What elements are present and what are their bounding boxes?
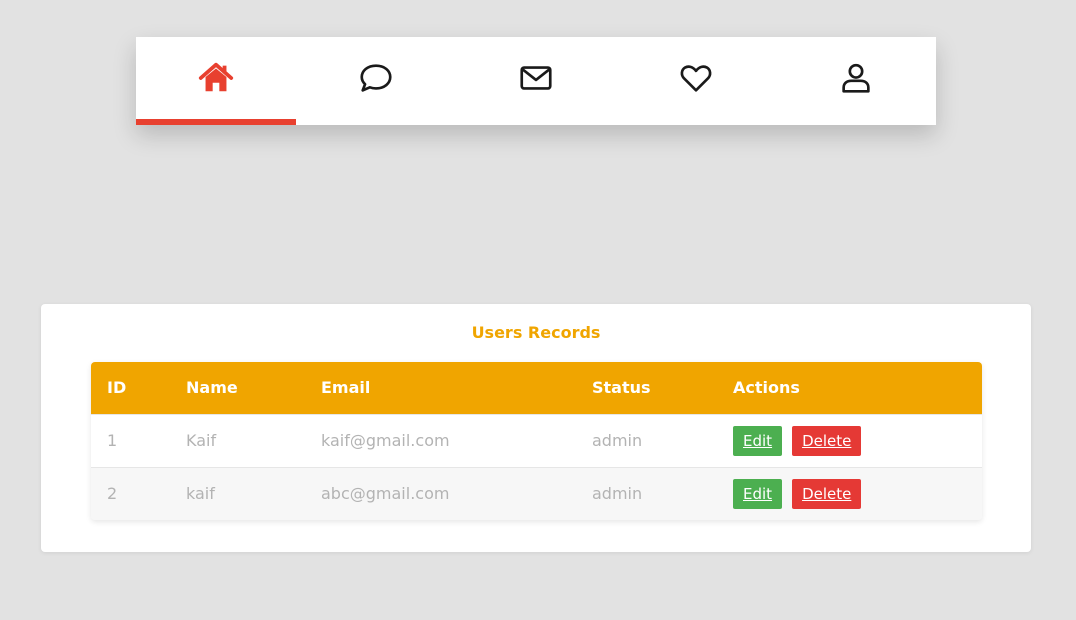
nav-item-chat[interactable] bbox=[296, 37, 456, 125]
edit-button[interactable]: Edit bbox=[733, 479, 783, 509]
tab-indicator bbox=[776, 119, 936, 125]
delete-button[interactable]: Delete bbox=[792, 426, 862, 456]
table-row: 2 kaif abc@gmail.com admin Edit Delete bbox=[91, 467, 982, 520]
nav-item-mail[interactable] bbox=[456, 37, 616, 125]
nav-item-favorites[interactable] bbox=[616, 37, 776, 125]
column-header-email: Email bbox=[321, 378, 371, 397]
column-header-actions: Actions bbox=[733, 378, 800, 397]
users-records-card: Users Records ID Name Email Status Actio… bbox=[41, 304, 1031, 552]
column-header-id: ID bbox=[107, 378, 127, 397]
table-header-row: ID Name Email Status Actions bbox=[91, 362, 982, 414]
cell-actions: Edit Delete bbox=[733, 468, 862, 520]
cell-id: 2 bbox=[107, 484, 118, 503]
table-row: 1 Kaif kaif@gmail.com admin Edit Delete bbox=[91, 414, 982, 467]
cell-actions: Edit Delete bbox=[733, 415, 862, 467]
nav-item-profile[interactable] bbox=[776, 37, 936, 125]
tab-indicator bbox=[296, 119, 456, 125]
edit-button[interactable]: Edit bbox=[733, 426, 783, 456]
card-title: Users Records bbox=[471, 323, 601, 342]
cell-name: kaif bbox=[186, 484, 215, 503]
cell-name: Kaif bbox=[186, 431, 217, 450]
cell-id: 1 bbox=[107, 431, 118, 450]
tab-indicator bbox=[456, 119, 616, 125]
cell-status: admin bbox=[592, 484, 643, 503]
users-table: ID Name Email Status Actions 1 Kaif kaif… bbox=[91, 362, 982, 520]
cell-email: abc@gmail.com bbox=[321, 484, 450, 503]
cell-email: kaif@gmail.com bbox=[321, 431, 450, 450]
page: Users Records ID Name Email Status Actio… bbox=[0, 0, 1076, 620]
tab-indicator bbox=[616, 119, 776, 125]
nav-item-home[interactable] bbox=[136, 37, 296, 125]
delete-button[interactable]: Delete bbox=[792, 479, 862, 509]
user-icon bbox=[842, 63, 870, 93]
home-icon bbox=[198, 62, 234, 92]
column-header-status: Status bbox=[592, 378, 651, 397]
active-tab-indicator bbox=[136, 119, 296, 125]
column-header-name: Name bbox=[186, 378, 238, 397]
heart-icon bbox=[680, 65, 712, 92]
chat-icon bbox=[360, 64, 392, 92]
icon-nav-bar bbox=[136, 37, 936, 125]
cell-status: admin bbox=[592, 431, 643, 450]
mail-icon bbox=[520, 66, 552, 90]
